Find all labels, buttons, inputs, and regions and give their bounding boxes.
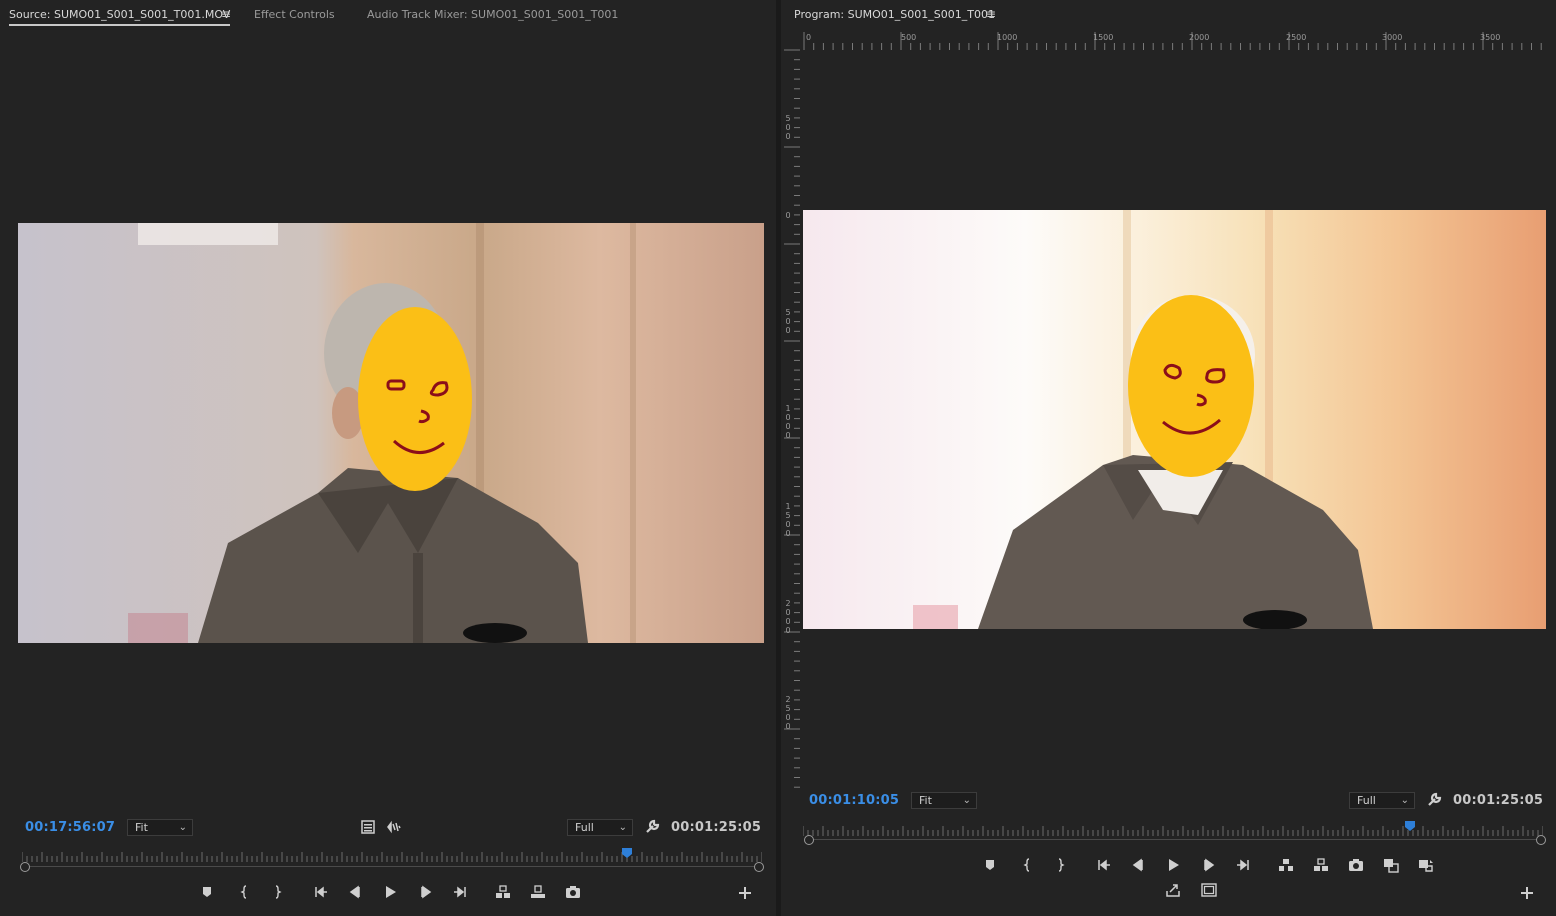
go-to-in-icon[interactable] xyxy=(313,884,329,900)
proxy-toggle-icon[interactable] xyxy=(1418,857,1434,873)
add-marker-icon[interactable] xyxy=(982,857,998,873)
ruler-label: 2000 xyxy=(785,599,791,635)
go-to-in-icon[interactable] xyxy=(1096,857,1112,873)
scrollbar-right-handle[interactable] xyxy=(754,862,764,872)
source-monitor-panel: Source: SUMO01_S001_S001_T001.MOV ≡ Effe… xyxy=(0,0,776,916)
source-resolution-dropdown[interactable]: Full ⌄ xyxy=(567,819,633,836)
ruler-label: 0 xyxy=(785,211,791,220)
comparison-view-icon[interactable] xyxy=(1383,857,1399,873)
chevron-down-icon: ⌄ xyxy=(962,795,971,806)
tab-source[interactable]: Source: SUMO01_S001_S001_T001.MOV xyxy=(9,8,231,26)
drag-audio-icon[interactable] xyxy=(386,819,402,835)
program-resolution-dropdown[interactable]: Full ⌄ xyxy=(1349,792,1415,809)
source-playhead-timecode[interactable]: 00:17:56:07 xyxy=(25,820,115,835)
mark-in-icon[interactable] xyxy=(237,884,253,900)
tab-audio-track-mixer-label: Audio Track Mixer: SUMO01_S001_S001_T001 xyxy=(367,8,619,21)
add-marker-icon[interactable] xyxy=(199,884,215,900)
source-duration-timecode: 00:01:25:05 xyxy=(671,820,762,835)
mark-out-icon[interactable] xyxy=(269,884,285,900)
hamburger-menu-icon[interactable]: ≡ xyxy=(221,7,231,21)
export-frame-icon[interactable] xyxy=(565,884,581,900)
source-zoom-value: Fit xyxy=(135,821,148,834)
ruler-label: 500 xyxy=(785,114,791,141)
program-vertical-ruler: 500 0 500 1000 1500 2000 2500 xyxy=(784,48,800,788)
ruler-label: 0 xyxy=(806,33,812,42)
ruler-label: 1500 xyxy=(1093,33,1114,42)
program-time-ruler-ticks xyxy=(803,826,1543,836)
ruler-label: 1000 xyxy=(785,404,791,440)
extract-icon[interactable] xyxy=(1313,857,1329,873)
drag-video-icon[interactable] xyxy=(360,819,376,835)
mark-out-icon[interactable] xyxy=(1052,857,1068,873)
scrollbar-track xyxy=(26,866,758,867)
overwrite-icon[interactable] xyxy=(530,884,546,900)
step-forward-icon[interactable] xyxy=(418,884,434,900)
lift-icon[interactable] xyxy=(1278,857,1294,873)
tab-effect-controls-label: Effect Controls xyxy=(254,8,335,21)
ruler-label: 2500 xyxy=(785,695,791,731)
go-to-out-icon[interactable] xyxy=(1235,857,1251,873)
active-tab-underline xyxy=(9,24,231,26)
source-video-image xyxy=(18,223,764,643)
tab-source-label: Source: SUMO01_S001_S001_T001.MOV xyxy=(9,8,231,21)
scrollbar-track xyxy=(810,839,1540,840)
ruler-label: 1000 xyxy=(997,33,1018,42)
play-icon[interactable] xyxy=(382,884,398,900)
go-to-out-icon[interactable] xyxy=(452,884,468,900)
program-zoom-value: Fit xyxy=(919,794,932,807)
hamburger-menu-icon[interactable]: ≡ xyxy=(986,7,996,21)
source-tab-bar: Source: SUMO01_S001_S001_T001.MOV ≡ Effe… xyxy=(0,0,776,30)
program-zoom-scrollbar[interactable] xyxy=(804,835,1546,845)
program-playhead-timecode[interactable]: 00:01:10:05 xyxy=(809,793,899,808)
source-resolution-value: Full xyxy=(575,821,594,834)
source-time-ruler-ticks xyxy=(22,852,762,862)
tab-program-label: Program: SUMO01_S001_S001_T001 xyxy=(794,8,995,21)
program-zoom-dropdown[interactable]: Fit ⌄ xyxy=(911,792,977,809)
scrollbar-left-handle[interactable] xyxy=(20,862,30,872)
program-resolution-value: Full xyxy=(1357,794,1376,807)
scrollbar-right-handle[interactable] xyxy=(1536,835,1546,845)
step-back-icon[interactable] xyxy=(1130,857,1146,873)
ruler-label: 2500 xyxy=(1286,33,1307,42)
wrench-settings-icon[interactable] xyxy=(1426,792,1442,808)
tab-program[interactable]: Program: SUMO01_S001_S001_T001 xyxy=(794,8,995,21)
program-video-frame[interactable] xyxy=(803,210,1546,629)
add-button-icon[interactable] xyxy=(737,885,753,901)
ruler-label: 1500 xyxy=(785,502,791,538)
step-forward-icon[interactable] xyxy=(1201,857,1217,873)
program-duration-timecode: 00:01:25:05 xyxy=(1453,793,1544,808)
source-zoom-dropdown[interactable]: Fit ⌄ xyxy=(127,819,193,836)
ruler-label: 500 xyxy=(901,33,917,42)
ruler-label: 500 xyxy=(785,308,791,335)
program-video-image xyxy=(803,210,1546,629)
program-time-ruler[interactable] xyxy=(803,822,1543,836)
chevron-down-icon: ⌄ xyxy=(618,822,627,833)
program-playhead-marker[interactable] xyxy=(1405,821,1415,831)
insert-icon[interactable] xyxy=(495,884,511,900)
tab-audio-track-mixer[interactable]: Audio Track Mixer: SUMO01_S001_S001_T001 xyxy=(367,8,618,21)
chevron-down-icon: ⌄ xyxy=(1400,795,1409,806)
tab-effect-controls[interactable]: Effect Controls xyxy=(254,8,335,21)
export-frame-icon[interactable] xyxy=(1348,857,1364,873)
export-icon[interactable] xyxy=(1165,882,1181,898)
safe-margins-icon[interactable] xyxy=(1201,882,1217,898)
mark-in-icon[interactable] xyxy=(1020,857,1036,873)
source-playhead-marker[interactable] xyxy=(622,848,632,858)
ruler-label: 2000 xyxy=(1189,33,1210,42)
ruler-label: 3000 xyxy=(1382,33,1403,42)
source-zoom-scrollbar[interactable] xyxy=(20,862,764,872)
add-button-icon[interactable] xyxy=(1519,885,1535,901)
source-time-ruler[interactable] xyxy=(22,848,762,862)
program-tab-bar: Program: SUMO01_S001_S001_T001 ≡ xyxy=(781,0,1556,30)
wrench-settings-icon[interactable] xyxy=(644,819,660,835)
play-icon[interactable] xyxy=(1165,857,1181,873)
program-horizontal-ruler: 0 500 1000 1500 2000 2500 3000 3500 xyxy=(800,32,1546,50)
ruler-label: 3500 xyxy=(1480,33,1501,42)
scrollbar-left-handle[interactable] xyxy=(804,835,814,845)
chevron-down-icon: ⌄ xyxy=(178,822,187,833)
step-back-icon[interactable] xyxy=(347,884,363,900)
source-video-frame[interactable] xyxy=(18,223,764,643)
